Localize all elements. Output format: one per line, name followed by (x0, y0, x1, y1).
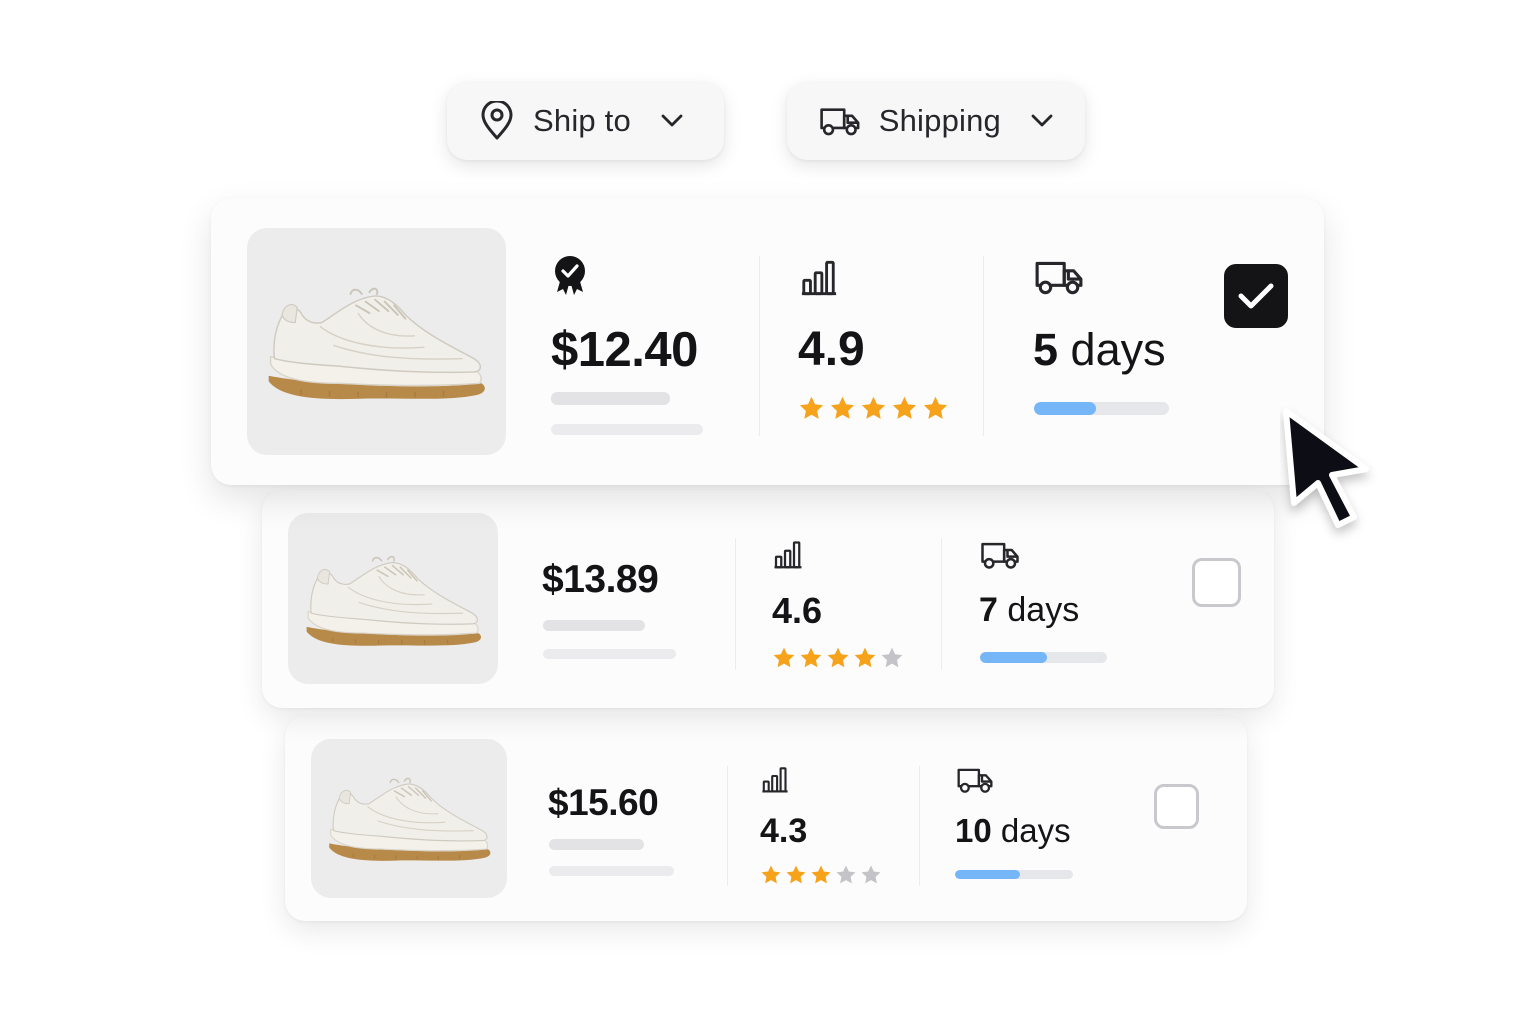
days-number: 5 (1033, 324, 1059, 375)
star-filled-icon (798, 395, 825, 422)
rating-value: 4.6 (772, 590, 823, 631)
price: $12.40 (551, 323, 698, 377)
days-unit: days (1007, 591, 1080, 629)
days-unit: days (1070, 324, 1166, 375)
star-empty-icon (860, 864, 882, 886)
select-checkbox[interactable] (1154, 784, 1199, 829)
rating-value: 4.3 (760, 812, 808, 850)
divider (941, 538, 942, 670)
placeholder-line (551, 424, 703, 435)
divider (735, 538, 736, 670)
star-filled-icon (799, 646, 823, 670)
offer-card-2[interactable]: $13.89 4.6 7 days (262, 490, 1274, 708)
ship-to-label: Ship to (533, 103, 631, 138)
shipping-dropdown[interactable]: Shipping (787, 82, 1085, 160)
delivery-progress-fill (955, 870, 1020, 879)
chevron-down-icon (1031, 114, 1053, 128)
bar-chart-icon (800, 259, 838, 296)
star-filled-icon (760, 864, 782, 886)
product-image (247, 228, 506, 455)
delivery-progress (1034, 402, 1169, 415)
mouse-cursor-icon (1283, 408, 1369, 528)
offer-card-3[interactable]: $15.60 4.3 10 days (285, 716, 1247, 921)
delivery-progress-fill (1034, 402, 1097, 415)
location-pin-icon (481, 101, 513, 140)
divider (919, 766, 920, 886)
star-filled-icon (829, 395, 856, 422)
delivery-days: 5 days (1033, 324, 1166, 376)
bar-chart-icon (773, 540, 803, 569)
truck-icon (1034, 258, 1084, 296)
divider (759, 256, 760, 436)
star-filled-icon (772, 646, 796, 670)
placeholder-line (549, 866, 674, 876)
placeholder-line (543, 649, 676, 659)
price: $13.89 (542, 558, 659, 601)
truck-icon (980, 540, 1020, 570)
ship-to-dropdown[interactable]: Ship to (447, 82, 724, 160)
days-number: 10 (955, 812, 992, 849)
bar-chart-icon (761, 766, 789, 793)
star-filled-icon (853, 646, 877, 670)
select-checkbox[interactable] (1192, 558, 1241, 607)
price: $15.60 (548, 782, 659, 823)
offer-card-1[interactable]: $12.40 4.9 5 days (211, 198, 1324, 485)
star-filled-icon (860, 395, 887, 422)
rating-value: 4.9 (798, 323, 865, 376)
star-rating (760, 864, 882, 886)
truck-icon (819, 103, 861, 139)
product-image (311, 739, 507, 898)
placeholder-line (549, 839, 644, 850)
star-filled-icon (810, 864, 832, 886)
star-filled-icon (922, 395, 949, 422)
checkmark-icon (1238, 283, 1274, 309)
shipping-label: Shipping (878, 103, 1001, 138)
days-number: 7 (979, 591, 998, 629)
truck-icon (956, 766, 994, 794)
delivery-days: 10 days (955, 812, 1071, 850)
days-unit: days (1000, 812, 1071, 849)
delivery-progress-fill (980, 652, 1048, 663)
select-checkbox-checked[interactable] (1224, 264, 1288, 328)
placeholder-line (551, 392, 670, 405)
verified-badge-icon (555, 256, 585, 295)
star-rating (798, 395, 949, 422)
divider (727, 766, 728, 886)
star-filled-icon (785, 864, 807, 886)
chevron-down-icon (661, 114, 683, 128)
delivery-progress (955, 870, 1073, 879)
star-filled-icon (891, 395, 918, 422)
delivery-progress (980, 652, 1107, 663)
star-filled-icon (826, 646, 850, 670)
star-empty-icon (835, 864, 857, 886)
star-empty-icon (880, 646, 904, 670)
placeholder-line (543, 620, 645, 631)
delivery-days: 7 days (979, 591, 1079, 630)
product-image (288, 513, 498, 684)
star-rating (772, 646, 904, 670)
divider (983, 256, 984, 436)
